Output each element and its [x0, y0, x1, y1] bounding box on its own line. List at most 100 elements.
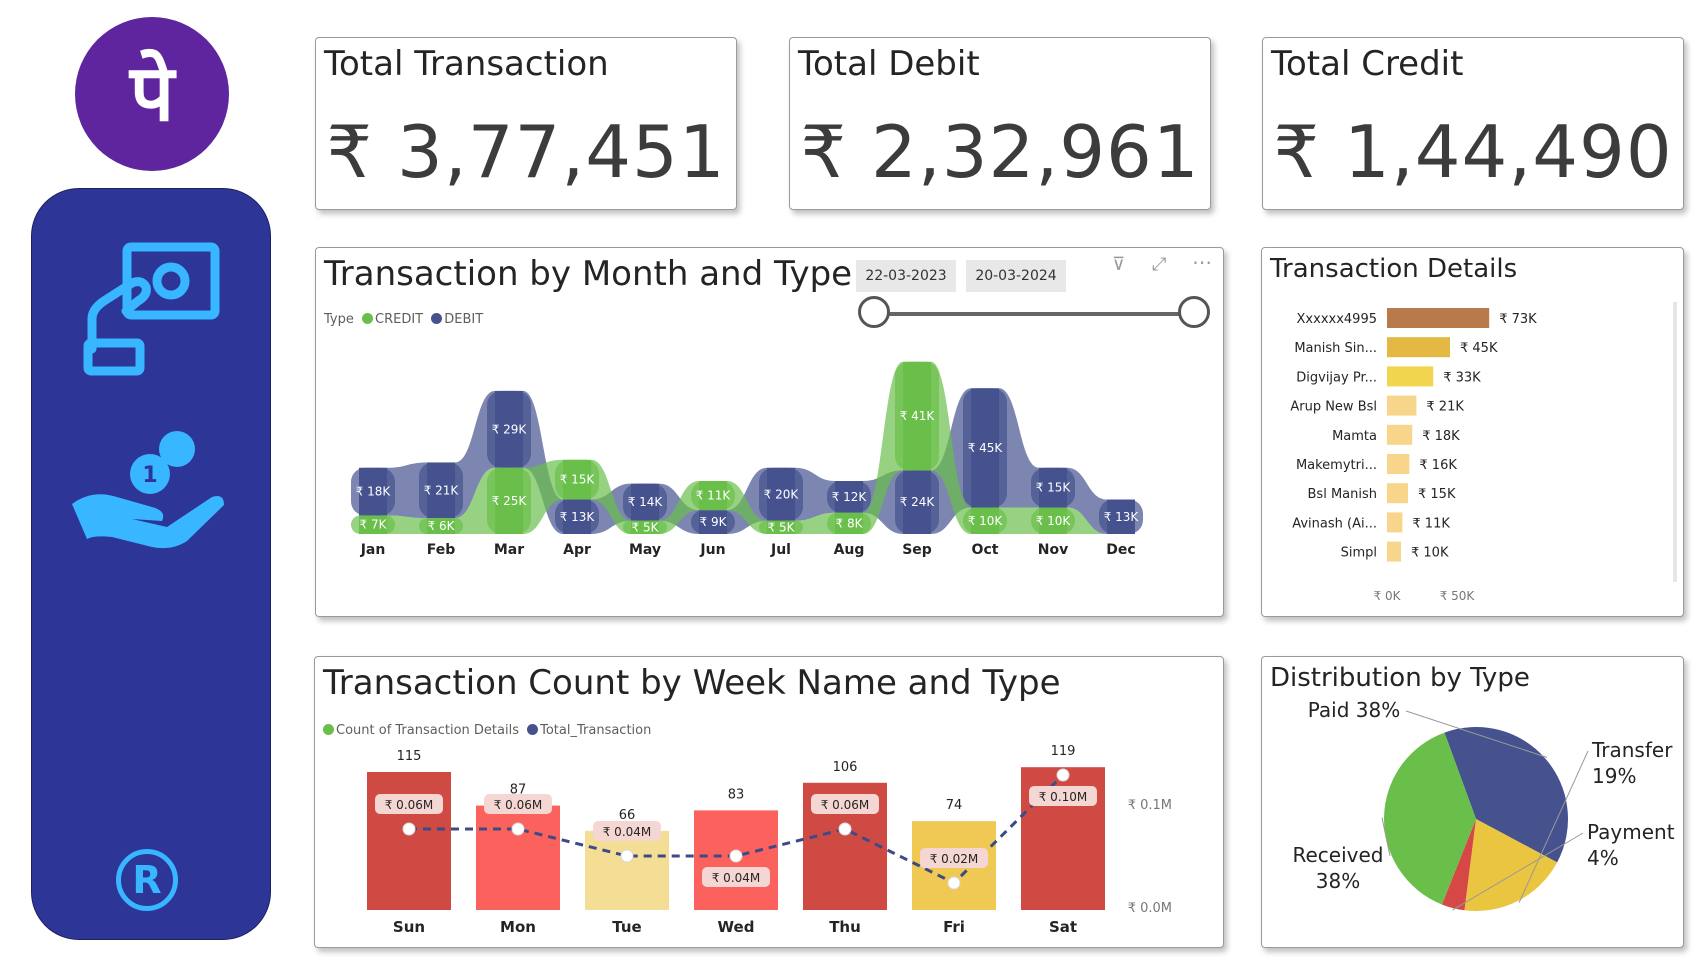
debit-data-label: ₹ 29K — [492, 422, 528, 436]
total-point — [620, 849, 634, 863]
total-point — [838, 822, 852, 836]
bar — [1387, 395, 1417, 416]
total-point — [511, 822, 525, 836]
total-point — [947, 876, 961, 890]
bar — [1387, 483, 1408, 504]
credit-data-label: ₹ 8K — [836, 516, 864, 530]
bar-category-label: Bsl Manish — [1308, 487, 1377, 502]
debit-data-label: ₹ 15K — [1036, 481, 1072, 495]
bar — [1387, 541, 1401, 562]
x-tick-label: Fri — [943, 918, 965, 936]
bar-data-label: ₹ 15K — [1418, 487, 1456, 502]
total-data-label: ₹ 0.04M — [603, 825, 652, 839]
total-data-label: ₹ 0.06M — [821, 798, 870, 812]
debit-data-label: ₹ 18K — [356, 485, 392, 499]
pie-label: Paid 38% — [1308, 698, 1400, 722]
kpi-title: Total Credit — [1271, 44, 1464, 84]
pie-label: Received — [1293, 843, 1384, 867]
ribbon-chart: ₹ 18K ₹ 7K Jan ₹ 21K ₹ 6K Feb ₹ 29K ₹ 25K Mar ₹ 1… — [351, 361, 1143, 558]
count-data-label: 66 — [619, 808, 636, 823]
credit-data-label: ₹ 10K — [968, 514, 1004, 528]
kpi-value: ₹ 2,32,961 — [800, 110, 1200, 194]
payment-hand-icon[interactable] — [82, 239, 222, 379]
credit-data-label: ₹ 11K — [696, 489, 732, 503]
ribbon-chart-card: Transaction by Month and Type 22-03-2023… — [315, 247, 1224, 617]
x-tick-label: Sun — [393, 918, 425, 936]
x-tick-label: Wed — [718, 918, 755, 936]
logo-glyph: पे — [129, 49, 175, 139]
x-tick-label: ₹ 0K — [1374, 589, 1402, 603]
bar — [1387, 512, 1403, 533]
phonepe-logo: पे — [75, 17, 229, 171]
count-data-label: 74 — [946, 798, 963, 813]
credit-data-label: ₹ 6K — [428, 519, 456, 533]
x-tick-label: Oct — [972, 542, 999, 558]
debit-data-label: ₹ 13K — [1104, 510, 1140, 524]
count-data-label: 119 — [1051, 744, 1076, 759]
svg-text:1: 1 — [142, 463, 157, 488]
bar-data-label: ₹ 73K — [1499, 312, 1537, 327]
x-tick-label: Jul — [770, 542, 791, 558]
x-tick-label: Dec — [1106, 542, 1135, 558]
pie-label: 38% — [1316, 869, 1360, 893]
bar-data-label: ₹ 11K — [1412, 516, 1450, 531]
y2-tick-label: ₹ 0.1M — [1128, 798, 1172, 813]
debit-data-label: ₹ 21K — [424, 483, 460, 497]
pie-label: 19% — [1592, 764, 1636, 788]
credit-data-label: ₹ 15K — [560, 473, 596, 487]
kpi-total-credit: Total Credit ₹ 1,44,490 — [1262, 37, 1684, 210]
count-bar — [476, 805, 560, 910]
credit-data-label: ₹ 7K — [360, 518, 388, 532]
credit-data-label: ₹ 10K — [1036, 514, 1072, 528]
x-tick-label: Thu — [829, 918, 861, 936]
bar-data-label: ₹ 16K — [1419, 458, 1457, 473]
bar-category-label: Mamta — [1332, 429, 1377, 444]
bar-category-label: Avinash (Ai... — [1292, 516, 1377, 531]
coin-hand-icon[interactable]: 1 — [72, 419, 232, 559]
bar-category-label: Manish Sin... — [1294, 341, 1377, 356]
details-chart-card: Transaction Details Xxxxxx4995 ₹ 73K Manis… — [1261, 247, 1684, 617]
total-data-label: ₹ 0.10M — [1039, 790, 1088, 804]
credit-data-label: ₹ 5K — [768, 520, 796, 534]
credit-data-label: ₹ 25K — [492, 494, 528, 508]
debit-data-label: ₹ 13K — [560, 510, 596, 524]
pie-label: Payment — [1587, 820, 1675, 844]
bar-data-label: ₹ 21K — [1426, 400, 1464, 415]
bar — [1387, 424, 1413, 445]
total-data-label: ₹ 0.02M — [930, 852, 979, 866]
count-data-label: 83 — [728, 787, 745, 802]
kpi-title: Total Transaction — [324, 44, 609, 84]
count-data-label: 115 — [397, 749, 422, 764]
week-chart-card: Transaction Count by Week Name and Type … — [314, 656, 1224, 948]
count-bar — [585, 830, 669, 910]
x-tick-label: Jun — [699, 542, 725, 558]
registered-icon: R — [116, 849, 178, 911]
debit-data-label: ₹ 14K — [628, 495, 664, 509]
total-data-label: ₹ 0.06M — [385, 798, 434, 812]
total-point — [729, 849, 743, 863]
count-bar — [367, 772, 451, 910]
credit-data-label: ₹ 5K — [632, 520, 660, 534]
debit-data-label: ₹ 45K — [968, 441, 1004, 455]
debit-data-label: ₹ 20K — [764, 487, 800, 501]
total-point — [402, 822, 416, 836]
bar-data-label: ₹ 18K — [1422, 429, 1460, 444]
pie-chart-card: Distribution by Type Paid 38% Transfer 19%… — [1261, 656, 1684, 948]
x-tick-label: Apr — [563, 542, 591, 558]
kpi-title: Total Debit — [798, 44, 980, 84]
count-data-label: 106 — [833, 760, 858, 775]
week-combo-chart: 115Sun87Mon66Tue83Wed106Thu74Fri119Sat₹ … — [367, 744, 1172, 936]
bar-data-label: ₹ 10K — [1411, 546, 1449, 561]
x-tick-label: May — [629, 542, 661, 558]
details-bar-chart: Xxxxxx4995 ₹ 73K Manish Sin... ₹ 45K Digvija… — [1290, 308, 1537, 603]
type-pie-chart: Paid 38% Transfer19% Payment4% Received38% — [1293, 698, 1675, 911]
bar-category-label: Xxxxxx4995 — [1297, 312, 1377, 327]
pie-label: Transfer — [1591, 738, 1673, 762]
x-tick-label: Aug — [834, 542, 865, 558]
x-tick-label: Sep — [902, 542, 932, 558]
debit-data-label: ₹ 24K — [900, 495, 936, 509]
debit-data-label: ₹ 12K — [832, 490, 868, 504]
kpi-value: ₹ 1,44,490 — [1273, 110, 1673, 194]
x-tick-label: Sat — [1049, 918, 1077, 936]
total-data-label: ₹ 0.06M — [494, 798, 543, 812]
